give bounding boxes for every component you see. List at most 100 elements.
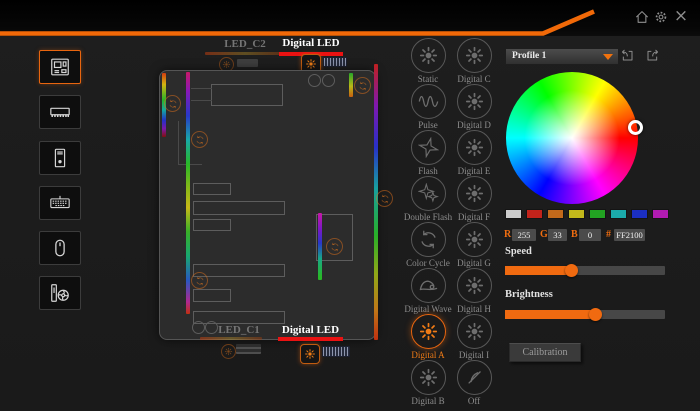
led-zone-badge[interactable] (191, 272, 208, 289)
swatch-green[interactable] (589, 209, 606, 219)
sidebar-item-memory[interactable] (39, 95, 81, 129)
sidebar-item-peripherals[interactable] (39, 276, 81, 310)
mode-digital-a[interactable]: Digital A (405, 314, 451, 360)
rgb-strip-top-right (349, 73, 353, 97)
sun-icon (457, 84, 492, 119)
rgb-fusion-window: × LED_C2 Digital LED (0, 0, 700, 411)
hex-value-field[interactable]: FF2100 (614, 229, 645, 241)
led-c2-underline (205, 52, 285, 55)
hex-label: # (606, 229, 611, 241)
close-icon[interactable]: × (673, 9, 689, 25)
led-zone-badge[interactable] (191, 131, 208, 148)
color-swatch-row (505, 209, 669, 219)
digital-led-bottom-header-label: Digital LED (278, 324, 343, 336)
motherboard-diagram (159, 70, 376, 340)
profile-dropdown-value: Profile 1 (512, 51, 546, 61)
mode-pulse[interactable]: Pulse (405, 84, 451, 130)
led-zone-badge[interactable] (354, 77, 371, 94)
digital-led-bottom-connector-badge[interactable] (300, 344, 320, 364)
mode-digital-d[interactable]: Digital D (451, 84, 497, 130)
brightness-label: Brightness (505, 289, 553, 300)
export-profile-icon[interactable] (645, 47, 661, 63)
pcie-slot-outline (193, 201, 285, 215)
sun-icon (457, 268, 492, 303)
pulse-wave-icon (411, 84, 446, 119)
speed-slider-fill (505, 266, 571, 275)
fan-header-circle (322, 74, 335, 87)
import-profile-icon[interactable] (619, 47, 635, 63)
sidebar-item-mouse[interactable] (39, 231, 81, 265)
lighting-modes-grid: Static Digital C Pulse Digital D Flash D… (405, 38, 497, 406)
mode-digital-f[interactable]: Digital F (451, 176, 497, 222)
title-bar: × (0, 0, 700, 36)
sun-icon (411, 38, 446, 73)
speed-slider-knob[interactable] (565, 264, 578, 277)
digital-led-bottom-underline (278, 337, 343, 341)
red-value-field[interactable]: 255 (512, 229, 536, 241)
blue-value-field[interactable]: 0 (579, 229, 601, 241)
mode-off[interactable]: Off (451, 360, 497, 406)
board-trace (191, 100, 212, 101)
digital-led-bottom-connector-tag (322, 346, 350, 357)
mode-digital-wave[interactable]: Digital Wave (405, 268, 451, 314)
color-wheel-marker[interactable] (628, 120, 643, 135)
speed-slider[interactable] (505, 266, 665, 275)
led-zone-badge[interactable] (164, 95, 181, 112)
home-icon[interactable] (634, 9, 650, 25)
color-wheel[interactable] (506, 72, 638, 204)
mode-digital-b[interactable]: Digital B (405, 360, 451, 406)
sidebar-item-keyboard[interactable] (39, 186, 81, 220)
mode-double-flash[interactable]: Double Flash (405, 176, 451, 222)
profile-dropdown[interactable]: Profile 1 (505, 48, 619, 65)
swatch-orange[interactable] (547, 209, 564, 219)
sun-icon (457, 130, 492, 165)
mode-digital-i[interactable]: Digital I (451, 314, 497, 360)
ram-icon (49, 101, 71, 123)
swatch-teal[interactable] (610, 209, 627, 219)
led-c1-underline (200, 337, 262, 340)
sun-icon (457, 222, 492, 257)
led-zone-badge[interactable] (326, 238, 343, 255)
swatch-white[interactable] (505, 209, 522, 219)
brightness-slider[interactable] (505, 310, 665, 319)
color-cycle-arrows-icon (411, 222, 446, 257)
mode-color-cycle[interactable]: Color Cycle (405, 222, 451, 268)
sidebar-item-pc-case[interactable] (39, 141, 81, 175)
brightness-slider-knob[interactable] (589, 308, 602, 321)
orange-swoosh-decoration (0, 0, 700, 40)
ocean-wave-icon (411, 268, 446, 303)
pcie-slot-outline (193, 183, 231, 195)
double-flash-star-icon (411, 176, 446, 211)
flash-star-icon (411, 130, 446, 165)
rgb-strip-inner-left (186, 72, 190, 314)
mode-digital-h[interactable]: Digital H (451, 268, 497, 314)
sun-icon (411, 314, 446, 349)
mode-digital-c[interactable]: Digital C (451, 38, 497, 84)
board-trace (178, 121, 179, 165)
swatch-yellow[interactable] (568, 209, 585, 219)
calibration-button[interactable]: Calibration (509, 343, 581, 362)
sidebar-item-motherboard[interactable] (39, 50, 81, 84)
gear-icon[interactable] (653, 9, 669, 25)
off-slash-icon (457, 360, 492, 395)
green-value-field[interactable]: 33 (548, 229, 567, 241)
led-c2-header-label: LED_C2 (205, 38, 285, 50)
mode-flash[interactable]: Flash (405, 130, 451, 176)
pcie-slot-outline (193, 264, 285, 277)
mode-static[interactable]: Static (405, 38, 451, 84)
led-c1-connector-icon[interactable] (221, 344, 236, 359)
swatch-blue[interactable] (631, 209, 648, 219)
blue-label: B (571, 229, 578, 241)
mouse-icon (49, 237, 71, 259)
mode-digital-e[interactable]: Digital E (451, 130, 497, 176)
swatch-magenta[interactable] (652, 209, 669, 219)
swatch-red[interactable] (526, 209, 543, 219)
motherboard-icon (49, 56, 71, 78)
green-label: G (540, 229, 548, 241)
sun-icon (304, 348, 316, 360)
led-zone-badge[interactable] (376, 190, 393, 207)
pc-case-icon (49, 147, 71, 169)
mode-digital-g[interactable]: Digital G (451, 222, 497, 268)
sun-icon (411, 360, 446, 395)
digital-led-top-connector-tag (323, 57, 347, 67)
